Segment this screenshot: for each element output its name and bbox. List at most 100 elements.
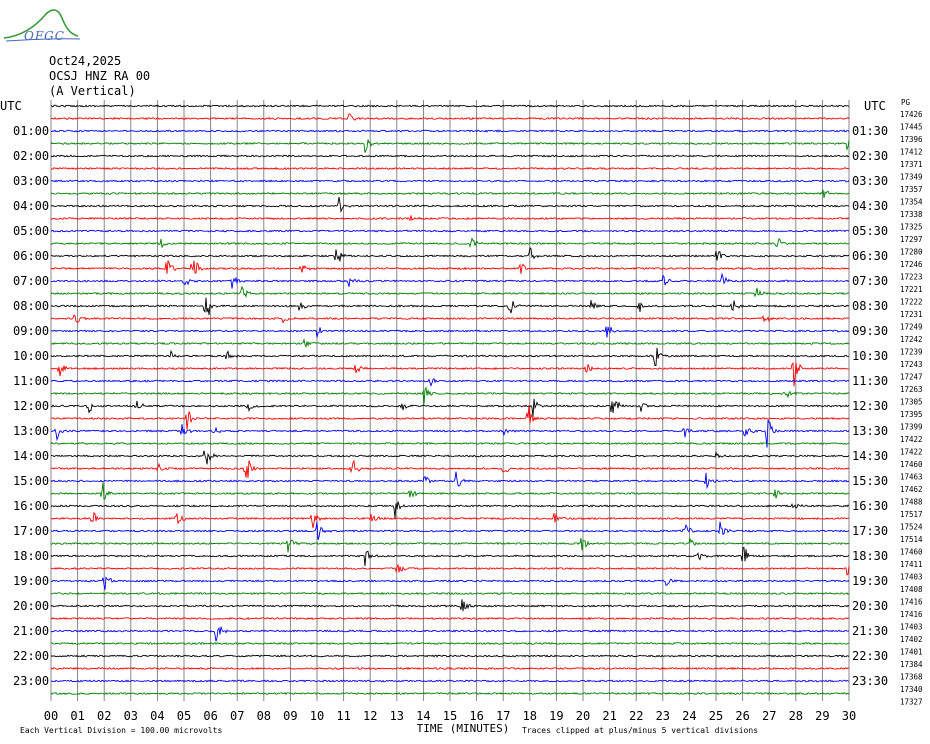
x-tick-label: 03: [124, 709, 138, 723]
x-tick-label: 29: [815, 709, 829, 723]
x-tick-label: 28: [789, 709, 803, 723]
trace-value-label: 17411: [900, 560, 923, 569]
left-hour-label: 22:00: [13, 649, 49, 663]
right-hour-label: 09:30: [852, 324, 888, 338]
trace-value-label: 17463: [900, 473, 923, 482]
left-hour-label: 21:00: [13, 624, 49, 638]
right-hour-label: 01:30: [852, 124, 888, 138]
x-tick-label: 01: [70, 709, 84, 723]
left-hour-label: 09:00: [13, 324, 49, 338]
right-hour-label: 17:30: [852, 524, 888, 538]
trace-value-label: 17349: [900, 173, 923, 182]
left-hour-label: 11:00: [13, 374, 49, 388]
trace-value-label: 17401: [900, 648, 923, 657]
trace-value-label: 17524: [900, 523, 923, 532]
trace-value-label: 17221: [900, 285, 923, 294]
trace-value-label: 17357: [900, 185, 923, 194]
trace-value-label: 17460: [900, 460, 923, 469]
trace-value-label: 17223: [900, 273, 923, 282]
trace-value-label: 17517: [900, 510, 923, 519]
x-tick-label: 07: [230, 709, 244, 723]
left-hour-label: 08:00: [13, 299, 49, 313]
trace-value-label: 17426: [900, 110, 923, 119]
trace-value-label: 17462: [900, 485, 923, 494]
trace-value-label: 17371: [900, 160, 923, 169]
left-hour-label: 02:00: [13, 149, 49, 163]
trace-value-label: 17408: [900, 585, 923, 594]
left-hour-label: 23:00: [13, 674, 49, 688]
x-tick-label: 06: [203, 709, 217, 723]
left-hour-label: 03:00: [13, 174, 49, 188]
x-tick-label: 02: [97, 709, 111, 723]
x-tick-label: 00: [44, 709, 58, 723]
trace-value-label: 17460: [900, 548, 923, 557]
right-hour-label: 05:30: [852, 224, 888, 238]
x-tick-label: 19: [549, 709, 563, 723]
left-hour-label: 05:00: [13, 224, 49, 238]
trace-value-label: 17297: [900, 235, 923, 244]
right-header-label: PG: [901, 98, 911, 107]
right-hour-label: 20:30: [852, 599, 888, 613]
x-tick-label: 12: [363, 709, 377, 723]
trace-value-label: 17422: [900, 435, 923, 444]
trace-value-label: 17395: [900, 410, 923, 419]
left-hour-label: 16:00: [13, 499, 49, 513]
left-hour-label: 18:00: [13, 549, 49, 563]
x-axis-label: TIME (MINUTES): [417, 722, 510, 735]
trace-value-label: 17246: [900, 260, 923, 269]
trace-value-label: 17231: [900, 310, 923, 319]
trace-value-label: 17403: [900, 573, 923, 582]
right-hour-label: 02:30: [852, 149, 888, 163]
right-hour-label: 11:30: [852, 374, 888, 388]
trace-value-label: 17305: [900, 398, 923, 407]
right-hour-label: 08:30: [852, 299, 888, 313]
left-hour-label: 19:00: [13, 574, 49, 588]
trace-value-label: 17338: [900, 210, 923, 219]
trace-value-label: 17247: [900, 373, 923, 382]
x-tick-label: 23: [656, 709, 670, 723]
right-hour-label: 19:30: [852, 574, 888, 588]
trace-value-label: 17222: [900, 298, 923, 307]
trace-value-label: 17416: [900, 598, 923, 607]
trace-value-label: 17263: [900, 385, 923, 394]
left-hour-label: 20:00: [13, 599, 49, 613]
x-tick-label: 05: [177, 709, 191, 723]
left-hour-label: 07:00: [13, 274, 49, 288]
x-tick-label: 04: [150, 709, 164, 723]
x-tick-label: 15: [443, 709, 457, 723]
x-tick-label: 14: [416, 709, 430, 723]
left-hour-label: 13:00: [13, 424, 49, 438]
x-tick-label: 11: [336, 709, 350, 723]
trace-value-label: 17396: [900, 135, 923, 144]
right-hour-label: 23:30: [852, 674, 888, 688]
x-tick-label: 27: [762, 709, 776, 723]
x-tick-label: 30: [842, 709, 856, 723]
trace-value-label: 17354: [900, 198, 923, 207]
left-hour-label: 14:00: [13, 449, 49, 463]
x-tick-label: 13: [390, 709, 404, 723]
x-tick-label: 10: [310, 709, 324, 723]
trace-value-label: 17445: [900, 123, 923, 132]
helicorder-plot: 17426 17445 17396 17412 17371 17349 17357 17354…: [0, 98, 923, 735]
x-tick-label: 26: [735, 709, 749, 723]
right-hour-label: 12:30: [852, 399, 888, 413]
trace-value-label: 17422: [900, 448, 923, 457]
trace-value-label: 17402: [900, 635, 923, 644]
footer-left-note: Each Vertical Division = 100.00 microvol…: [20, 726, 222, 735]
left-hour-label: 17:00: [13, 524, 49, 538]
trace-value-label: 17403: [900, 623, 923, 632]
x-tick-label: 08: [257, 709, 271, 723]
right-hour-label: 13:30: [852, 424, 888, 438]
utc-label-right: UTC: [864, 99, 886, 113]
right-hour-label: 18:30: [852, 549, 888, 563]
right-hour-label: 16:30: [852, 499, 888, 513]
trace-value-label: 17340: [900, 685, 923, 694]
left-hour-label: 01:00: [13, 124, 49, 138]
right-hour-label: 07:30: [852, 274, 888, 288]
trace-value-label: 17280: [900, 248, 923, 257]
trace-value-label: 17368: [900, 673, 923, 682]
left-hour-label: 06:00: [13, 249, 49, 263]
right-hour-label: 04:30: [852, 199, 888, 213]
x-tick-label: 24: [682, 709, 696, 723]
trace-value-label: 17243: [900, 360, 923, 369]
